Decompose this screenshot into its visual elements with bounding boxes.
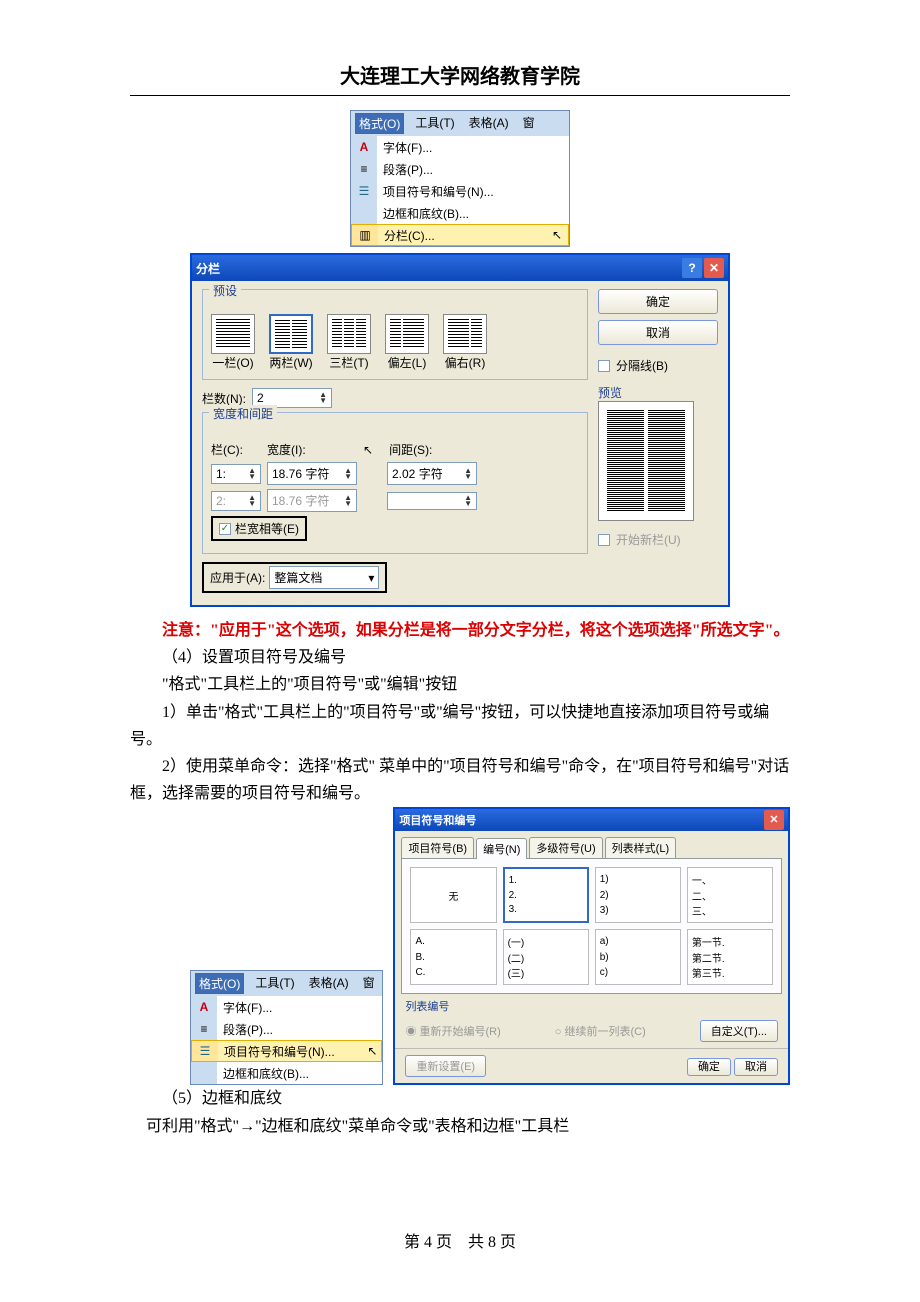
bh-cell-2[interactable]: 1)2)3)	[595, 867, 681, 923]
preset-left[interactable]: 偏左(L)	[385, 314, 429, 371]
menu-item-bullets[interactable]: ☰项目符号和编号(N)...↖	[191, 1040, 382, 1062]
menu-window[interactable]: 窗	[360, 973, 378, 994]
paragraph-icon: ≡	[351, 158, 377, 180]
menu-window[interactable]: 窗	[520, 113, 538, 134]
menu-format[interactable]: 格式(O)	[355, 113, 404, 134]
apply-to-select[interactable]: 整篇文档▾	[269, 566, 379, 589]
para-5a: 可利用"格式"→"边框和底纹"菜单命令或"表格和边框"工具栏	[130, 1113, 790, 1140]
colcount-label: 栏数(N):	[202, 390, 246, 407]
menu-table[interactable]: 表格(A)	[306, 973, 352, 994]
custom-button[interactable]: 自定义(T)...	[700, 1020, 778, 1042]
bh-cell-7[interactable]: 第一节.第二节.第三节.	[687, 929, 773, 985]
spacing-1[interactable]: 2.02 字符▲▼	[387, 462, 477, 485]
page-num: 第 4 页	[404, 1234, 452, 1251]
presets-legend: 预设	[209, 282, 241, 299]
preset-right[interactable]: 偏右(R)	[443, 314, 487, 371]
menu-table[interactable]: 表格(A)	[466, 113, 512, 134]
cancel-button[interactable]: 取消	[598, 320, 718, 345]
para-4b: 1）单击"格式"工具栏上的"项目符号"或"编号"按钮，可以快捷地直接添加项目符号…	[130, 699, 790, 753]
width-spacing-legend: 宽度和间距	[209, 405, 277, 422]
cursor-icon: ↖	[552, 228, 568, 242]
bh-cell-6[interactable]: a)b)c)	[595, 929, 681, 985]
para-4: （4）设置项目符号及编号	[130, 644, 790, 671]
tab-liststyle[interactable]: 列表样式(L)	[605, 837, 676, 858]
menu-item-font[interactable]: A字体(F)...	[351, 136, 569, 158]
bh-none[interactable]: 无	[410, 867, 496, 923]
menu-item-paragraph[interactable]: ≡段落(P)...	[351, 158, 569, 180]
restart-radio: ◉	[405, 1026, 419, 1038]
separator-check[interactable]	[598, 360, 610, 372]
preset-one[interactable]: 一栏(O)	[211, 314, 255, 371]
preview-box	[598, 401, 694, 521]
menu-item-columns[interactable]: ▥分栏(C)...↖	[351, 224, 569, 246]
footer: 第 4 页 共 8 页	[0, 1228, 920, 1252]
close-button[interactable]: ✕	[704, 258, 724, 278]
menu-format[interactable]: 格式(O)	[195, 973, 244, 994]
bh-cell-5[interactable]: (一)(二)(三)	[503, 929, 589, 985]
menu-tools[interactable]: 工具(T)	[252, 973, 297, 994]
width-2: 18.76 字符▲▼	[267, 489, 357, 512]
bullets-numbering-dialog: 项目符号和编号 ✕ 项目符号(B) 编号(N) 多级符号(U) 列表样式(L) …	[393, 807, 790, 1085]
equal-width-check[interactable]: ✓栏宽相等(E)	[211, 516, 307, 541]
body-text-2: （5）边框和底纹 可利用"格式"→"边框和底纹"菜单命令或"表格和边框"工具栏	[130, 1085, 790, 1139]
format-menu-screenshot: 格式(O) 工具(T) 表格(A) 窗 A字体(F)... ≡段落(P)... …	[350, 110, 570, 247]
preset-three[interactable]: 三栏(T)	[327, 314, 371, 371]
para-4a: "格式"工具栏上的"项目符号"或"编辑"按钮	[130, 671, 790, 698]
width-spacing-group: 宽度和间距 栏(C): 宽度(I): ↖ 间距(S): 1:▲▼ 18.76 字…	[202, 412, 588, 554]
cancel-button[interactable]: 取消	[734, 1058, 778, 1076]
cursor-icon: ↖	[363, 443, 373, 457]
bh-cell-1[interactable]: 1.2.3.	[503, 867, 589, 923]
para-4c: 2）使用菜单命令：选择"格式" 菜单中的"项目符号和编号"命令，在"项目符号和编…	[130, 753, 790, 807]
col-2: 2:▲▼	[211, 491, 261, 511]
body-text: 注意："应用于"这个选项，如果分栏是将一部分文字分栏，将这个选项选择"所选文字"…	[130, 617, 790, 807]
bh-grid: 无 1.2.3. 1)2)3) 一、二、三、 A.B.C. (一)(二)(三) …	[401, 858, 782, 994]
page-total: 共 8 页	[468, 1234, 516, 1251]
format-menu-screenshot-2: 格式(O) 工具(T) 表格(A) 窗 A字体(F)... ≡段落(P)... …	[190, 970, 383, 1085]
preview-legend: 预览	[598, 384, 718, 401]
para-5: （5）边框和底纹	[130, 1085, 790, 1112]
menu-tools[interactable]: 工具(T)	[412, 113, 457, 134]
width-1[interactable]: 18.76 字符▲▼	[267, 462, 357, 485]
page-title: 大连理工大学网络教育学院	[130, 60, 790, 89]
spacing-2: ▲▼	[387, 492, 477, 510]
dialog-titlebar: 分栏 ?✕	[192, 255, 728, 281]
warning-note: 注意："应用于"这个选项，如果分栏是将一部分文字分栏，将这个选项选择"所选文字"…	[130, 617, 790, 644]
cursor-icon: ↖	[367, 1044, 381, 1058]
menu-item-bullets[interactable]: ☰项目符号和编号(N)...	[351, 180, 569, 202]
list-icon: ☰	[351, 180, 377, 202]
ok-button[interactable]: 确定	[687, 1058, 731, 1076]
col-1[interactable]: 1:▲▼	[211, 464, 261, 484]
close-button[interactable]: ✕	[764, 810, 784, 830]
list-num-legend: 列表编号	[395, 994, 788, 1014]
newcol-check	[598, 534, 610, 546]
apply-to-row: 应用于(A): 整篇文档▾	[202, 562, 387, 593]
font-icon: A	[360, 140, 369, 154]
presets-group: 预设 一栏(O) 两栏(W) 三栏(T) 偏左(L) 偏右(R)	[202, 289, 588, 380]
menu-item-paragraph[interactable]: ≡段落(P)...	[191, 1018, 382, 1040]
menu-item-border[interactable]: 边框和底纹(B)...	[191, 1062, 382, 1084]
bh-tabs: 项目符号(B) 编号(N) 多级符号(U) 列表样式(L)	[401, 837, 782, 858]
tab-numbers[interactable]: 编号(N)	[476, 838, 527, 859]
bh-cell-3[interactable]: 一、二、三、	[687, 867, 773, 923]
columns-icon: ▥	[352, 225, 378, 245]
reset-button: 重新设置(E)	[405, 1055, 486, 1077]
menu-item-border[interactable]: 边框和底纹(B)...	[351, 202, 569, 224]
tab-multilevel[interactable]: 多级符号(U)	[529, 837, 602, 858]
tab-bullets[interactable]: 项目符号(B)	[401, 837, 474, 858]
menubar: 格式(O) 工具(T) 表格(A) 窗	[351, 111, 569, 136]
help-button[interactable]: ?	[682, 258, 702, 278]
dialog-title: 分栏	[196, 260, 220, 277]
menu-item-font[interactable]: A字体(F)...	[191, 996, 382, 1018]
header-rule	[130, 95, 790, 96]
bh-title: 项目符号和编号	[399, 812, 476, 828]
preset-two[interactable]: 两栏(W)	[269, 314, 313, 371]
columns-dialog: 分栏 ?✕ 预设 一栏(O) 两栏(W) 三栏(T) 偏左(L) 偏右(R) 栏…	[190, 253, 730, 607]
ok-button[interactable]: 确定	[598, 289, 718, 314]
bh-cell-4[interactable]: A.B.C.	[410, 929, 496, 985]
